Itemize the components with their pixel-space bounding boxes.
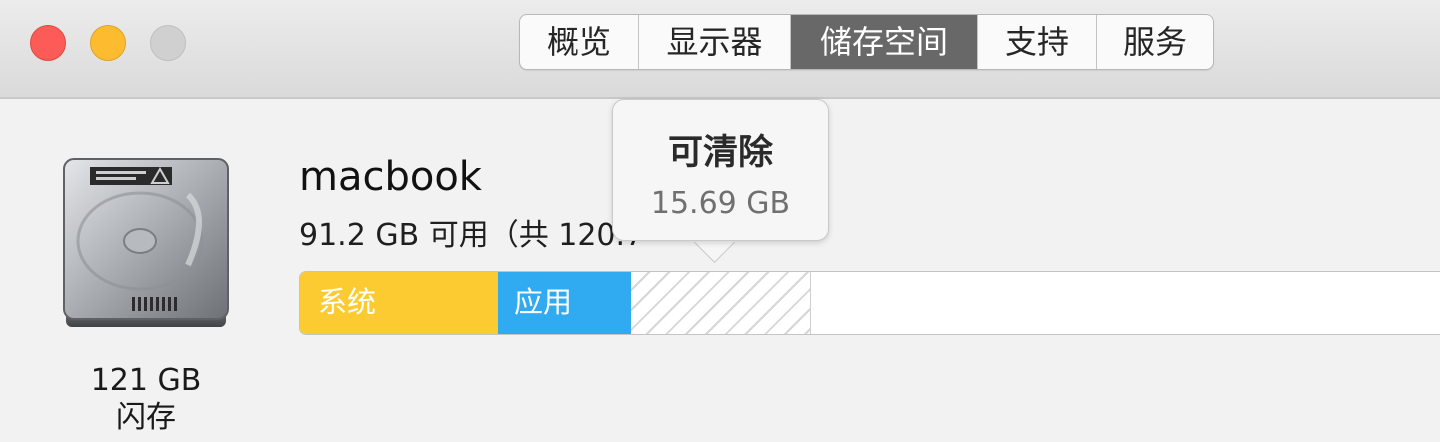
tab-service[interactable]: 服务 <box>1097 15 1213 69</box>
tooltip-title: 可清除 <box>667 133 773 173</box>
segment-system[interactable]: 系统 <box>300 272 498 334</box>
tab-storage[interactable]: 储存空间 <box>791 15 978 69</box>
hard-drive-icon <box>63 158 229 327</box>
close-window-button[interactable] <box>30 25 66 61</box>
disk-name: macbook <box>299 154 482 200</box>
tab-displays[interactable]: 显示器 <box>639 15 791 69</box>
purgeable-tooltip: 可清除 15.69 GB <box>612 99 829 241</box>
tab-bar: 概览 显示器 储存空间 支持 服务 <box>519 14 1214 70</box>
disk-capacity: 121 GB 闪存 <box>60 362 232 436</box>
zoom-window-button[interactable] <box>150 25 186 61</box>
minimize-window-button[interactable] <box>90 25 126 61</box>
storage-usage-bar: 系统 应用 <box>299 271 1440 335</box>
tab-support[interactable]: 支持 <box>978 15 1097 69</box>
tab-overview[interactable]: 概览 <box>520 15 639 69</box>
tooltip-size: 15.69 GB <box>650 186 791 221</box>
capacity-size: 121 GB <box>90 363 202 398</box>
segment-purgeable[interactable] <box>631 272 811 334</box>
disk-available: 91.2 GB 可用（共 120.7 <box>299 218 645 253</box>
disk-type: 闪存 <box>116 400 176 435</box>
title-bar: 概览 显示器 储存空间 支持 服务 <box>0 0 1440 99</box>
segment-apps[interactable]: 应用 <box>498 272 631 334</box>
